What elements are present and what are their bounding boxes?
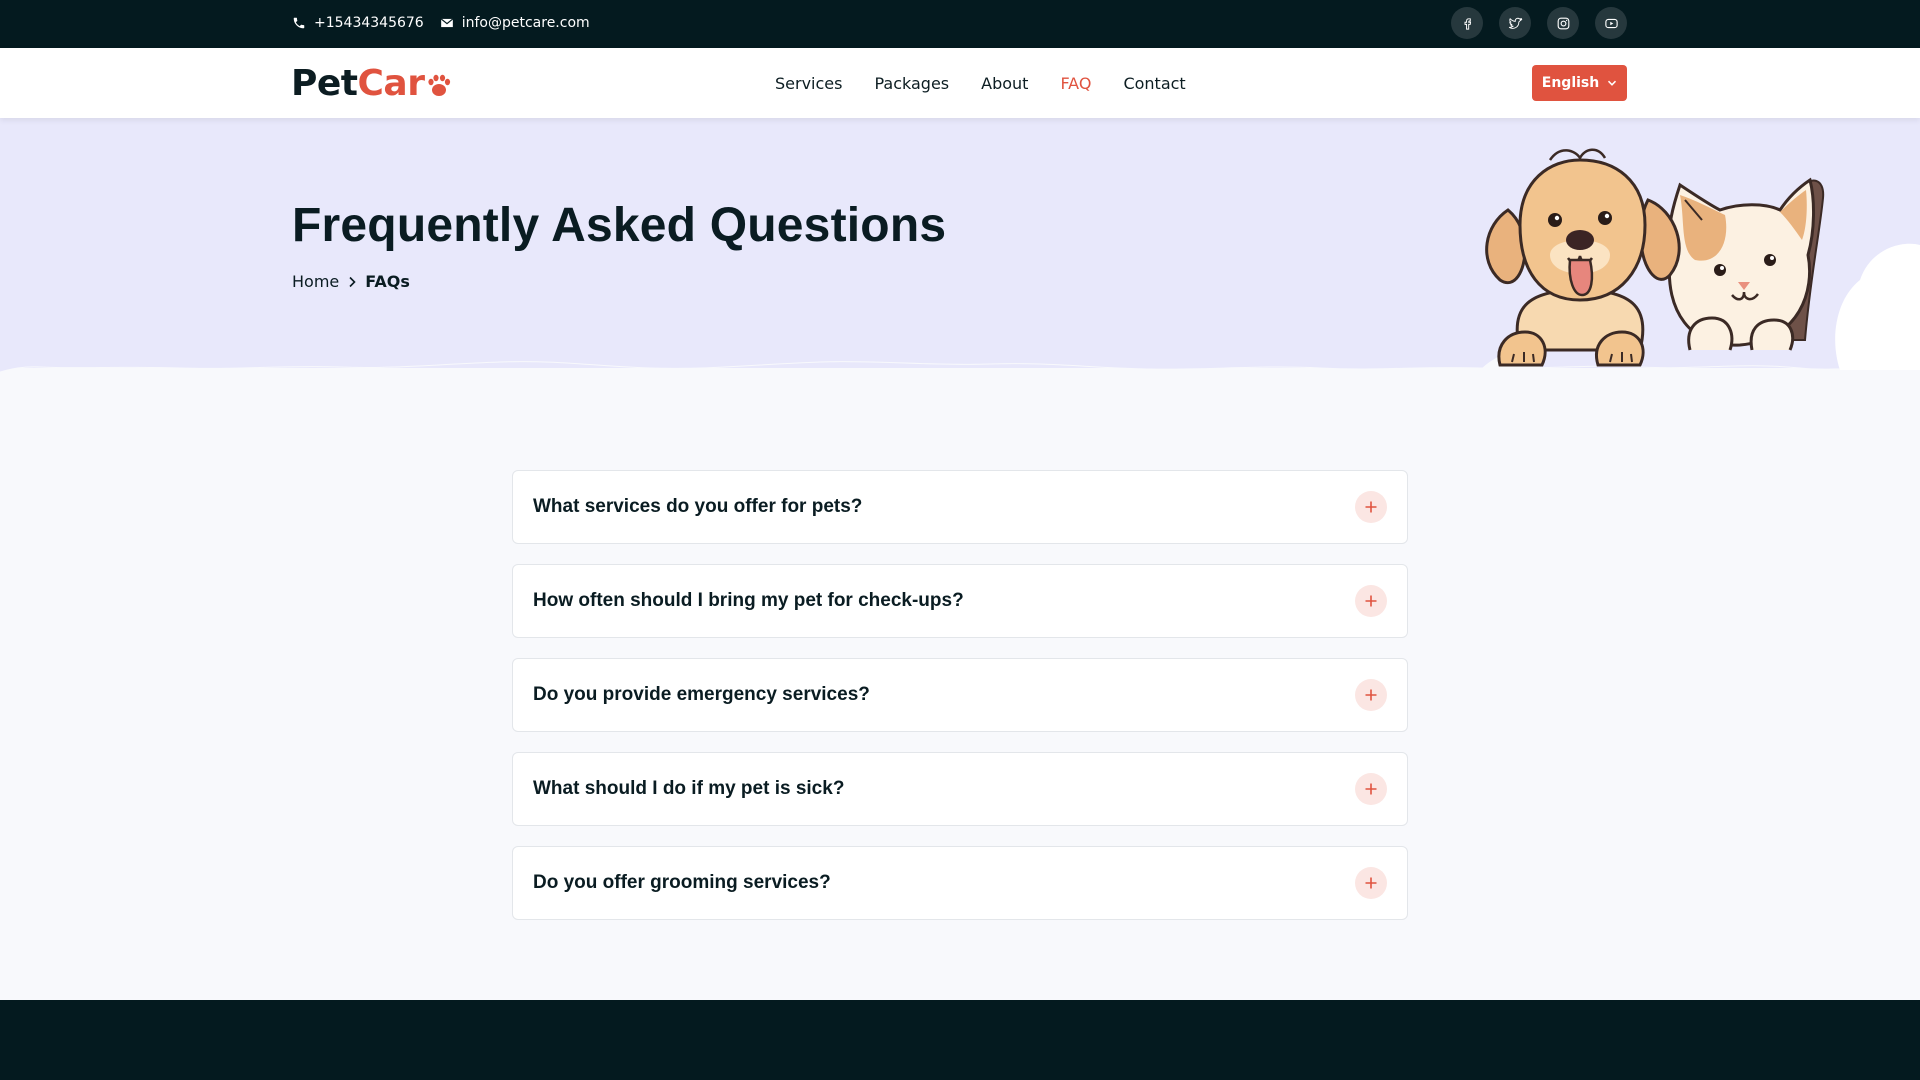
mail-icon (440, 18, 453, 28)
language-dropdown[interactable]: English (1532, 65, 1627, 101)
contact-info: +15434345676 info@petcare.com (292, 0, 590, 46)
phone-number: +15434345676 (314, 15, 424, 31)
faq-question: What services do you offer for pets? (533, 496, 863, 517)
faq-accordion: What services do you offer for pets? How… (512, 470, 1408, 940)
twitter-icon (1508, 17, 1522, 29)
expand-button[interactable] (1355, 679, 1387, 711)
faq-question: How often should I bring my pet for chec… (533, 590, 964, 611)
social-links (1451, 7, 1627, 39)
email-link[interactable]: info@petcare.com (440, 15, 590, 31)
facebook-icon (1464, 17, 1471, 30)
email-address: info@petcare.com (461, 15, 590, 31)
plus-icon (1365, 501, 1377, 513)
facebook-button[interactable] (1451, 7, 1483, 39)
youtube-icon (1604, 18, 1618, 28)
nav-link-services[interactable]: Services (775, 74, 842, 93)
expand-button[interactable] (1355, 585, 1387, 617)
plus-icon (1365, 595, 1377, 607)
breadcrumb-home[interactable]: Home (292, 272, 339, 291)
faq-item[interactable]: Do you provide emergency services? (512, 658, 1408, 732)
nav-link-packages[interactable]: Packages (874, 74, 949, 93)
page-footer (0, 1000, 1920, 1080)
faq-item[interactable]: Do you offer grooming services? (512, 846, 1408, 920)
faq-item[interactable]: What should I do if my pet is sick? (512, 752, 1408, 826)
nav-link-about[interactable]: About (981, 74, 1028, 93)
twitter-button[interactable] (1499, 7, 1531, 39)
faq-item[interactable]: How often should I bring my pet for chec… (512, 564, 1408, 638)
top-bar: +15434345676 info@petcare.com (0, 0, 1920, 48)
paw-icon (428, 74, 451, 96)
nav-link-faq[interactable]: FAQ (1060, 74, 1091, 93)
language-label: English (1541, 75, 1600, 91)
plus-icon (1365, 689, 1377, 701)
expand-button[interactable] (1355, 491, 1387, 523)
faq-question: What should I do if my pet is sick? (533, 778, 845, 799)
nav-menu: Services Packages About FAQ Contact (775, 48, 1186, 118)
expand-button[interactable] (1355, 773, 1387, 805)
chevron-down-icon (1608, 80, 1617, 86)
expand-button[interactable] (1355, 867, 1387, 899)
breadcrumb: Home FAQs (292, 272, 410, 291)
nav-link-contact[interactable]: Contact (1123, 74, 1185, 93)
dog-and-cat-illustration (1480, 148, 1920, 370)
phone-icon (293, 17, 305, 29)
plus-icon (1365, 877, 1377, 889)
instagram-button[interactable] (1547, 7, 1579, 39)
breadcrumb-current: FAQs (365, 272, 410, 291)
page-title: Frequently Asked Questions (292, 199, 947, 252)
faq-question: Do you offer grooming services? (533, 872, 831, 893)
phone-link[interactable]: +15434345676 (292, 15, 424, 31)
petcare-logo[interactable]: Pet Car (291, 62, 453, 104)
chevron-right-icon (349, 276, 356, 287)
logo-text-accent: Car (357, 62, 425, 104)
logo-text-dark: Pet (291, 62, 358, 104)
plus-icon (1365, 783, 1377, 795)
youtube-button[interactable] (1595, 7, 1627, 39)
faq-question: Do you provide emergency services? (533, 684, 870, 705)
main-navbar: Pet Car Services Packages About FAQ Cont… (0, 48, 1920, 118)
instagram-icon (1557, 17, 1569, 29)
faq-item[interactable]: What services do you offer for pets? (512, 470, 1408, 544)
